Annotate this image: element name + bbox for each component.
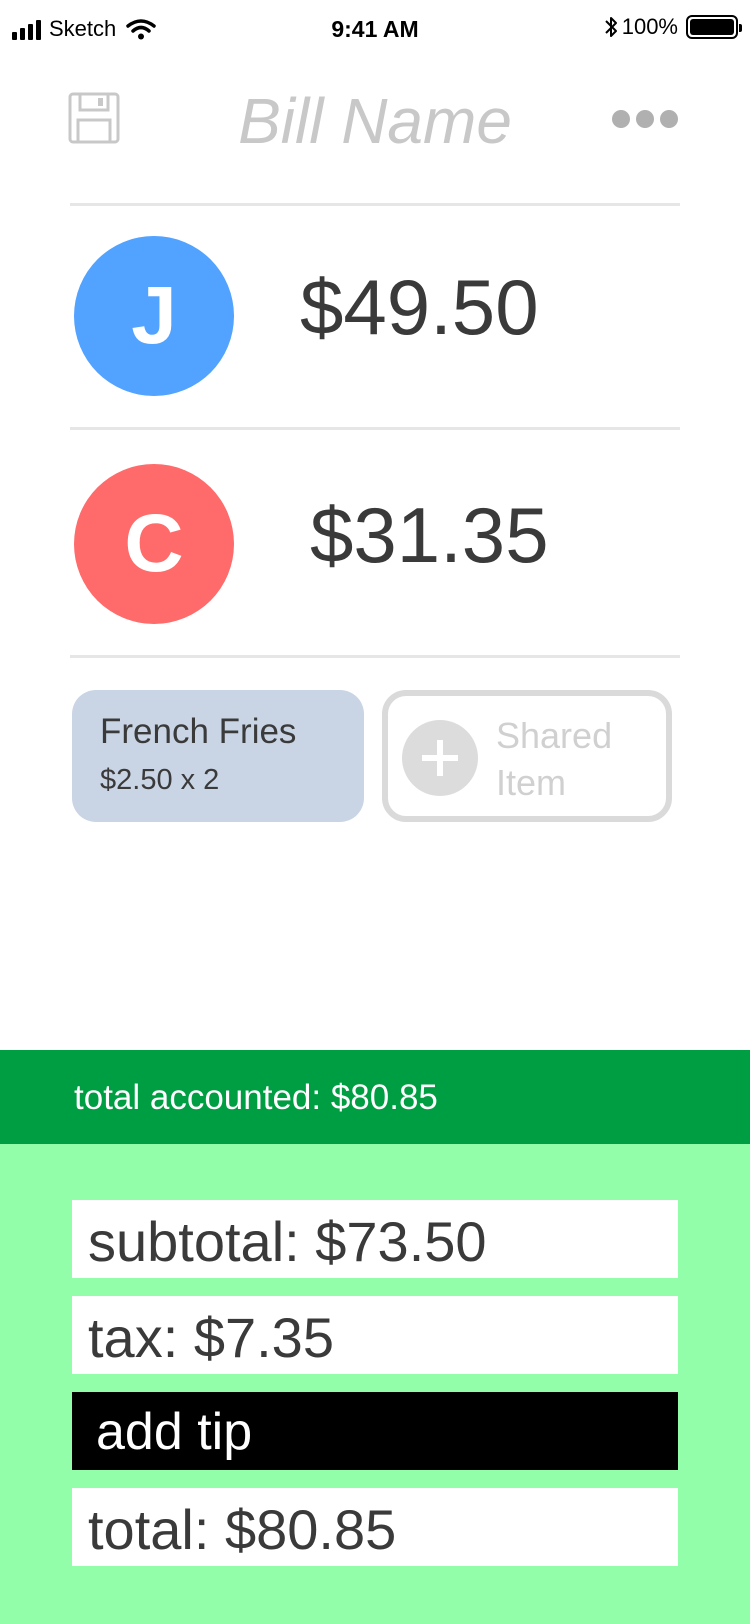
avatar-c[interactable]: C — [74, 464, 234, 624]
total-accounted-bar: total accounted: $80.85 — [0, 1050, 750, 1144]
bluetooth-icon — [605, 17, 617, 37]
add-tip-button[interactable]: add tip — [72, 1392, 678, 1470]
item-price: $2.50 x 2 — [100, 764, 220, 796]
subtotal-field[interactable]: subtotal: $73.50 — [72, 1200, 678, 1278]
person-row-c[interactable]: C $31.35 — [70, 464, 680, 624]
battery-icon — [686, 15, 742, 39]
divider — [70, 203, 680, 206]
item-name: French Fries — [100, 712, 297, 751]
avatar-j[interactable]: J — [74, 236, 234, 396]
shared-item-label: Shared Item — [496, 715, 613, 803]
person-amount-c: $31.35 — [310, 491, 549, 579]
tax-field[interactable]: tax: $7.35 — [72, 1296, 678, 1374]
battery-percent: 100% — [621, 14, 678, 39]
status-right: 100% — [604, 14, 742, 40]
total-accounted-text: total accounted: $80.85 — [74, 1078, 438, 1117]
more-options-icon[interactable] — [612, 110, 678, 128]
add-shared-item-button[interactable]: Shared Item — [382, 690, 672, 822]
person-amount-j: $49.50 — [300, 263, 539, 351]
item-card-french-fries[interactable]: French Fries $2.50 x 2 — [72, 690, 364, 822]
plus-icon — [402, 720, 478, 796]
status-bar: Sketch 9:41 AM 100% — [0, 0, 750, 60]
total-field: total: $80.85 — [72, 1488, 678, 1566]
person-row-j[interactable]: J $49.50 — [70, 236, 680, 396]
divider — [70, 655, 680, 658]
divider — [70, 427, 680, 430]
header: Bill Name — [0, 80, 750, 160]
summary-panel: subtotal: $73.50 tax: $7.35 add tip tota… — [0, 1144, 750, 1624]
